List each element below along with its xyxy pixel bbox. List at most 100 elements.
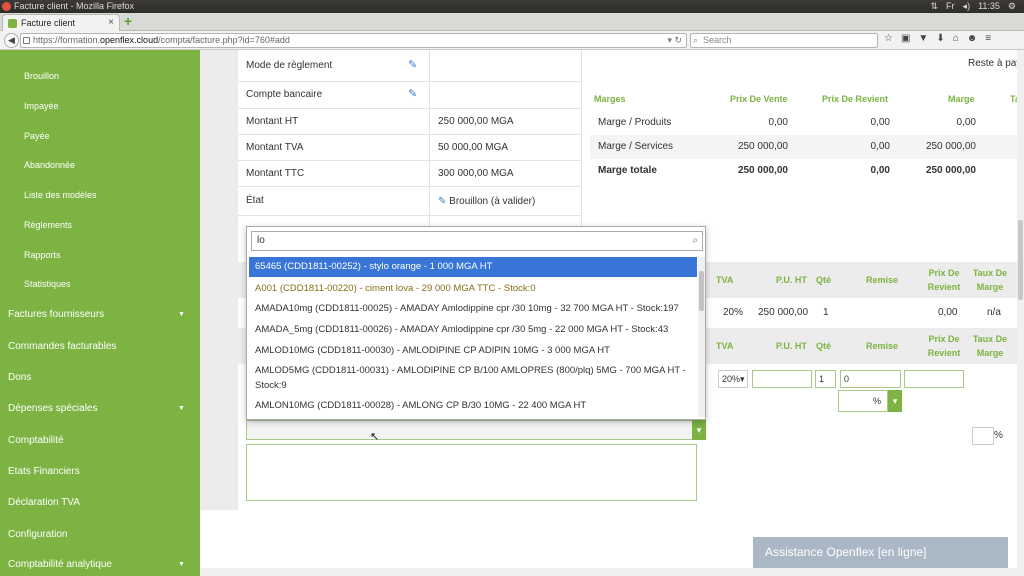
sidebar-item-depenses-speciales[interactable]: Dépenses spéciales bbox=[8, 403, 98, 414]
chevron-down-icon[interactable]: ▾ bbox=[692, 420, 706, 440]
page-scrollbar[interactable] bbox=[1017, 50, 1024, 576]
dropdown-search-input[interactable]: lo ⌕ bbox=[251, 231, 703, 251]
info-value: 300 000,00 MGA bbox=[438, 168, 514, 179]
marges-row-label: Marge totale bbox=[598, 165, 657, 176]
dropdown-option[interactable]: AMADA10mg (CDD1811-00025) - AMADAY Amlod… bbox=[249, 300, 697, 318]
sidebar-item-configuration[interactable]: Configuration bbox=[8, 529, 67, 540]
dropdown-option[interactable]: AMLOD10MG (CDD1811-00030) - AMLODIPINE C… bbox=[249, 342, 697, 360]
col-header-taux-marge: Taux De Marge bbox=[972, 334, 1008, 358]
info-row-mode-reglement: Mode de règlement ✎ bbox=[238, 50, 582, 82]
prix-revient-input[interactable] bbox=[904, 370, 964, 388]
chevron-down-icon[interactable]: ▼ bbox=[178, 311, 185, 318]
sidebar-item-etats-financiers[interactable]: Etats Financiers bbox=[8, 466, 80, 477]
clock[interactable]: 11:35 bbox=[978, 0, 1000, 13]
qte-input[interactable]: 1 bbox=[815, 370, 836, 388]
ubuntu-logo-icon[interactable] bbox=[2, 2, 11, 11]
dropdown-option[interactable]: AMLON10MG (CDD1811-00028) - AMLONG CP B/… bbox=[249, 397, 697, 415]
sidebar-item-comptabilite[interactable]: Comptabilité bbox=[8, 435, 64, 446]
sidebar-item-dons[interactable]: Dons bbox=[8, 372, 31, 383]
sidebar-item-liste-modeles[interactable]: Liste des modèles bbox=[24, 190, 97, 200]
home-icon[interactable]: ⌂ bbox=[953, 33, 959, 44]
info-label: Montant TVA bbox=[246, 142, 304, 153]
description-textarea[interactable] bbox=[246, 444, 697, 501]
dropdown-scrollbar[interactable] bbox=[698, 257, 705, 417]
reading-list-icon[interactable]: ▣ bbox=[901, 33, 910, 44]
tva-select[interactable]: 20%▾ bbox=[718, 370, 748, 388]
sidebar-item-commandes-facturables[interactable]: Commandes facturables bbox=[8, 341, 116, 352]
settings-icon[interactable]: ⚙ bbox=[1008, 0, 1016, 13]
sidebar-item-rapports[interactable]: Rapports bbox=[24, 250, 61, 260]
marges-row-total: Marge totale 250 000,00 0,00 250 000,00 bbox=[590, 159, 1024, 183]
marges-row-marge: 250 000,00 bbox=[925, 141, 976, 152]
sidebar: Brouillon Impayée Payée Abandonnée Liste… bbox=[0, 50, 200, 576]
window-title: Facture client - Mozilla Firefox bbox=[14, 1, 135, 11]
chat-icon[interactable]: ☻ bbox=[967, 33, 978, 44]
sidebar-item-declaration-tva[interactable]: Déclaration TVA bbox=[8, 497, 80, 508]
browser-tab[interactable]: Facture client × bbox=[2, 14, 120, 31]
edit-pencil-icon[interactable]: ✎ bbox=[408, 58, 417, 71]
sidebar-item-brouillon[interactable]: Brouillon bbox=[24, 71, 59, 81]
edit-pencil-icon[interactable]: ✎ bbox=[408, 87, 417, 100]
menu-icon[interactable]: ≡ bbox=[985, 33, 991, 44]
sidebar-item-factures-fournisseurs[interactable]: Factures fournisseurs bbox=[8, 309, 104, 320]
sidebar-item-statistiques[interactable]: Statistiques bbox=[24, 279, 71, 289]
reload-icon[interactable]: ▾ ↻ bbox=[667, 34, 682, 47]
dropdown-option-continued[interactable]: Stock:9 bbox=[249, 379, 697, 393]
product-select[interactable] bbox=[246, 420, 706, 440]
downloads-icon[interactable]: ⬇ bbox=[936, 33, 944, 44]
search-placeholder: Search bbox=[703, 35, 732, 45]
scrollbar-thumb[interactable] bbox=[699, 271, 704, 311]
marges-row-marge: 250 000,00 bbox=[925, 165, 976, 176]
tva-select-value: 20% bbox=[722, 374, 741, 384]
remise-input[interactable]: 0 bbox=[840, 370, 901, 388]
sidebar-item-reglements[interactable]: Règlements bbox=[24, 220, 72, 230]
new-tab-icon[interactable]: + bbox=[124, 14, 132, 29]
url-bar[interactable]: https://formation.openflex.cloud/compta/… bbox=[20, 33, 687, 48]
navigation-bar: ◀ https://formation.openflex.cloud/compt… bbox=[0, 31, 1024, 50]
sidebar-item-payee[interactable]: Payée bbox=[24, 131, 50, 141]
sidebar-item-comptabilite-analytique[interactable]: Comptabilité analytique bbox=[8, 559, 112, 570]
horizontal-scrollbar[interactable] bbox=[200, 568, 1017, 576]
percent-label: % bbox=[994, 430, 1003, 441]
col-header-qte: Qté bbox=[816, 275, 832, 285]
scrollbar-thumb[interactable] bbox=[1018, 220, 1023, 300]
col-header-remise: Remise bbox=[866, 275, 899, 285]
os-title-bar: Facture client - Mozilla Firefox ⇅ Fr ◂)… bbox=[0, 0, 1024, 13]
info-label: État bbox=[246, 195, 264, 206]
chevron-down-icon[interactable]: ▼ bbox=[178, 405, 185, 412]
dropdown-option[interactable]: 65465 (CDD1811-00252) - stylo orange - 1… bbox=[249, 257, 697, 277]
pocket-icon[interactable]: ▼ bbox=[918, 33, 928, 44]
info-value: 50 000,00 MGA bbox=[438, 142, 509, 153]
bookmark-icon[interactable]: ☆ bbox=[884, 33, 893, 44]
chevron-down-icon[interactable]: ▾ bbox=[888, 390, 902, 412]
dropdown-search-text: lo bbox=[257, 235, 265, 246]
chevron-down-icon[interactable]: ▼ bbox=[178, 561, 185, 568]
assistance-chat-button[interactable]: Assistance Openflex [en ligne] bbox=[753, 537, 1008, 568]
dropdown-option[interactable]: A001 (CDD1811-00220) - ciment lova - 29 … bbox=[249, 280, 697, 298]
volume-icon[interactable]: ◂) bbox=[963, 0, 971, 13]
mouse-cursor-icon: ↖ bbox=[370, 431, 380, 443]
back-button[interactable]: ◀ bbox=[4, 33, 19, 48]
keyboard-layout-indicator[interactable]: Fr bbox=[946, 0, 955, 13]
pu-ht-input[interactable] bbox=[752, 370, 812, 388]
sidebar-item-impayee[interactable]: Impayée bbox=[24, 101, 59, 111]
search-input[interactable]: ⌕ Search bbox=[690, 33, 878, 48]
col-header-tva: TVA bbox=[716, 341, 734, 351]
status-badge: ✎ Brouillon (à valider) bbox=[438, 196, 535, 207]
marge-rate-input[interactable] bbox=[972, 427, 994, 445]
col-header-pu-ht: P.U. HT bbox=[776, 275, 807, 285]
content-gutter bbox=[200, 50, 238, 510]
dropdown-option[interactable]: AMLOD5MG (CDD1811-00031) - AMLODIPINE CP… bbox=[249, 364, 697, 378]
info-value: 250 000,00 MGA bbox=[438, 116, 514, 127]
marges-row: Marge / Produits 0,00 0,00 0,00 bbox=[590, 111, 1024, 135]
info-row-montant-ht: Montant HT 250 000,00 MGA bbox=[238, 109, 582, 135]
percent-input[interactable]: % bbox=[838, 390, 888, 412]
close-tab-icon[interactable]: × bbox=[108, 15, 114, 31]
dropdown-option[interactable]: AMADA_5mg (CDD1811-00026) - AMADAY Amlod… bbox=[249, 321, 697, 339]
sidebar-item-abandonnee[interactable]: Abandonnée bbox=[24, 160, 75, 170]
line-pu-ht: 250 000,00 bbox=[758, 307, 809, 318]
favicon-icon bbox=[8, 19, 17, 28]
status-text: Brouillon (à valider) bbox=[449, 196, 536, 207]
marges-row-label: Marge / Produits bbox=[598, 117, 672, 128]
network-icon[interactable]: ⇅ bbox=[931, 0, 939, 13]
